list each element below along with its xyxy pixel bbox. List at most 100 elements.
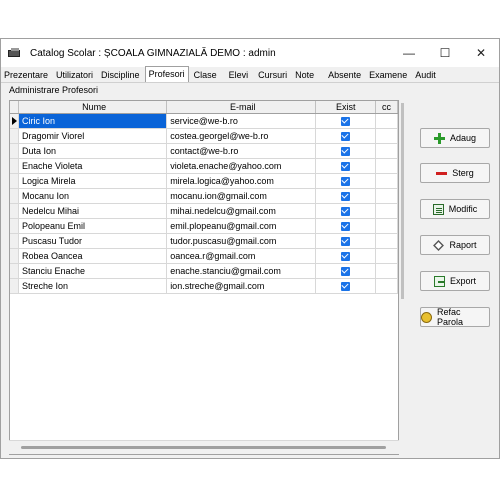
column-header-exist[interactable]: Exist [316,101,377,113]
cell-name[interactable]: Logica Mirela [19,174,168,188]
tab-discipline[interactable]: Discipline [98,68,143,82]
tab-absente[interactable]: Absente [325,68,364,82]
cell-name[interactable]: Nedelcu Mihai [19,204,168,218]
table-row[interactable]: Robea Oancea oancea.r@gmail.com [10,249,398,264]
close-button[interactable]: ✕ [463,39,499,67]
add-button[interactable]: Adaug [420,128,490,148]
exist-checkbox[interactable] [341,116,351,126]
delete-button[interactable]: Sterg [420,163,490,183]
table-row[interactable]: Stanciu Enache enache.stanciu@gmail.com [10,264,398,279]
cell-cc[interactable] [376,279,398,293]
exist-checkbox[interactable] [341,251,351,261]
cell-cc[interactable] [376,129,398,143]
tab-examene[interactable]: Examene [366,68,410,82]
reset-password-button[interactable]: Refac Parola [420,307,490,327]
cell-cc[interactable] [376,234,398,248]
row-header[interactable] [10,189,19,203]
exist-checkbox[interactable] [341,131,351,141]
exist-checkbox[interactable] [341,146,351,156]
cell-name[interactable]: Streche Ion [19,279,168,293]
column-header-email[interactable]: E-mail [167,101,317,113]
vertical-scroll-thumb[interactable] [401,103,404,299]
cell-email[interactable]: mirela.logica@yahoo.com [167,174,317,188]
exist-checkbox[interactable] [341,266,351,276]
cell-email[interactable]: emil.plopeanu@gmail.com [167,219,317,233]
cell-email[interactable]: enache.stanciu@gmail.com [167,264,317,278]
table-row[interactable]: Enache Violeta violeta.enache@yahoo.com [10,159,398,174]
row-header[interactable] [10,279,19,293]
table-row[interactable]: Polopeanu Emil emil.plopeanu@gmail.com [10,219,398,234]
table-row[interactable]: Puscasu Tudor tudor.puscasu@gmail.com [10,234,398,249]
row-header[interactable] [10,129,19,143]
cell-cc[interactable] [376,219,398,233]
cell-email[interactable]: mocanu.ion@gmail.com [167,189,317,203]
tab-elevi[interactable]: Elevi [226,68,252,82]
cell-cc[interactable] [376,204,398,218]
cell-cc[interactable] [376,264,398,278]
maximize-button[interactable]: ☐ [427,39,463,67]
exist-checkbox[interactable] [341,281,351,291]
row-header[interactable] [10,174,19,188]
row-header[interactable] [10,249,19,263]
exist-checkbox[interactable] [341,161,351,171]
cell-email[interactable]: tudor.puscasu@gmail.com [167,234,317,248]
minimize-button[interactable]: — [391,39,427,67]
table-row[interactable]: Ciric Ion service@we-b.ro [10,114,398,129]
cell-cc[interactable] [376,144,398,158]
cell-name[interactable]: Puscasu Tudor [19,234,168,248]
cell-name[interactable]: Robea Oancea [19,249,168,263]
tab-cursuri[interactable]: Cursuri [255,68,290,82]
row-header[interactable] [10,159,19,173]
cell-cc[interactable] [376,249,398,263]
tab-note[interactable]: Note [292,68,317,82]
row-header[interactable] [10,264,19,278]
cell-name[interactable]: Dragomir Viorel [19,129,168,143]
exist-checkbox[interactable] [341,236,351,246]
row-header[interactable] [10,234,19,248]
cell-name[interactable]: Ciric Ion [18,114,168,128]
exist-checkbox[interactable] [341,191,351,201]
table-row[interactable]: Dragomir Viorel costea.georgel@we-b.ro [10,129,398,144]
cell-email[interactable]: ion.streche@gmail.com [167,279,317,293]
exist-checkbox[interactable] [341,221,351,231]
grid-horizontal-scrollbar[interactable] [9,440,399,454]
horizontal-scroll-thumb[interactable] [21,446,386,449]
exist-checkbox[interactable] [341,206,351,216]
row-header[interactable] [10,219,19,233]
cell-email[interactable]: violeta.enache@yahoo.com [167,159,317,173]
row-header[interactable] [10,114,19,128]
cell-email[interactable]: service@we-b.ro [167,114,317,128]
cell-cc[interactable] [376,174,398,188]
tab-profesori[interactable]: Profesori [144,66,189,82]
table-row[interactable]: Streche Ion ion.streche@gmail.com [10,279,398,294]
teachers-grid[interactable]: Nume E-mail Exist cc Ciric Ion service@we… [9,100,399,455]
cell-name[interactable]: Duta Ion [19,144,168,158]
column-header-name[interactable]: Nume [19,101,168,113]
cell-name[interactable]: Enache Violeta [19,159,168,173]
cell-cc[interactable] [376,189,398,203]
cell-email[interactable]: contact@we-b.ro [167,144,317,158]
modify-button[interactable]: Modific [420,199,490,219]
cell-name[interactable]: Mocanu Ion [19,189,168,203]
column-header-cc[interactable]: cc [376,101,398,113]
cell-email[interactable]: mihai.nedelcu@gmail.com [167,204,317,218]
cell-name[interactable]: Stanciu Enache [19,264,168,278]
grid-vertical-scrollbar[interactable] [399,101,407,301]
export-button[interactable]: Export [420,271,490,291]
cell-name[interactable]: Polopeanu Emil [19,219,168,233]
cell-cc[interactable] [376,159,398,173]
cell-email[interactable]: costea.georgel@we-b.ro [167,129,317,143]
tab-prezentare[interactable]: Prezentare [1,68,51,82]
table-row[interactable]: Duta Ion contact@we-b.ro [10,144,398,159]
row-header[interactable] [10,204,19,218]
tab-clase[interactable]: Clase [191,68,220,82]
table-row[interactable]: Nedelcu Mihai mihai.nedelcu@gmail.com [10,204,398,219]
table-row[interactable]: Logica Mirela mirela.logica@yahoo.com [10,174,398,189]
report-button[interactable]: Raport [420,235,490,255]
row-header[interactable] [10,144,19,158]
tab-audit[interactable]: Audit [412,68,439,82]
cell-email[interactable]: oancea.r@gmail.com [167,249,317,263]
exist-checkbox[interactable] [341,176,351,186]
cell-cc[interactable] [376,114,398,128]
tab-utilizatori[interactable]: Utilizatori [53,68,96,82]
